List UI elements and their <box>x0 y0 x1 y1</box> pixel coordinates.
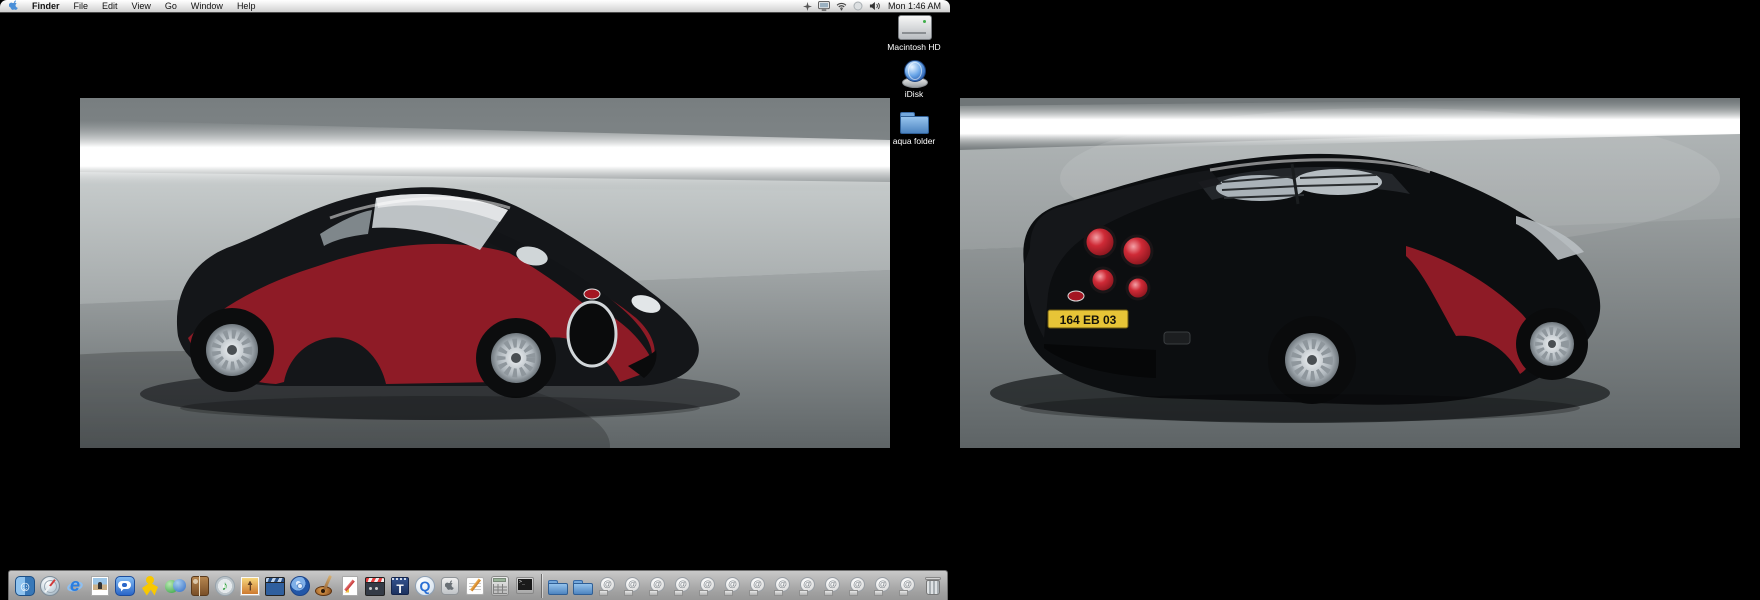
dock-icon-aim[interactable] <box>138 574 162 598</box>
dock-icon-mail-stamp-8[interactable]: @ <box>771 574 795 598</box>
license-plate-text: 164 EB 03 <box>1060 313 1117 327</box>
menu-go[interactable]: Go <box>158 0 184 12</box>
dock-icon-textedit[interactable] <box>463 574 487 598</box>
dock-icon-mail-stamp-1[interactable]: @ <box>596 574 620 598</box>
dock-icon-t-film-app[interactable]: T <box>388 574 412 598</box>
dock-icon-apple-box-app[interactable] <box>438 574 462 598</box>
menu-file[interactable]: File <box>67 0 96 12</box>
menu-finder[interactable]: Finder <box>25 0 67 12</box>
desktop: Finder File Edit View Go Window Help Mon… <box>0 0 1760 600</box>
dock-icon-folder-2[interactable] <box>571 574 595 598</box>
displays-icon[interactable] <box>815 0 833 12</box>
dock-icon-iphoto[interactable] <box>238 574 262 598</box>
desktop-icon-aqua-folder[interactable]: aqua folder <box>882 108 946 146</box>
dock-icon-folder-1[interactable] <box>546 574 570 598</box>
dock-icon-ichat[interactable] <box>113 574 137 598</box>
dock-divider <box>541 573 542 598</box>
desktop-icon-label: Macintosh HD <box>887 42 941 52</box>
hard-drive-icon <box>897 14 932 40</box>
dock-icon-finder[interactable]: ☺ <box>13 574 37 598</box>
dock-icon-mail-stamp-9[interactable]: @ <box>796 574 820 598</box>
dock-icon-mail-stamp-3[interactable]: @ <box>646 574 670 598</box>
dock-icon-mail-stamp-4[interactable]: @ <box>671 574 695 598</box>
desktop-picture-bugatti-rear: 164 EB 03 <box>960 98 1740 448</box>
folder-icon <box>898 108 930 134</box>
bugatti-rear-illustration: 164 EB 03 <box>960 98 1740 448</box>
dock-icon-mail-stamp-7[interactable]: @ <box>746 574 770 598</box>
dock-icon-safari[interactable] <box>38 574 62 598</box>
desktop-picture-bugatti-front <box>80 98 890 448</box>
menu-edit[interactable]: Edit <box>95 0 125 12</box>
dock-icon-mail-stamp-5[interactable]: @ <box>696 574 720 598</box>
dock-icon-garageband[interactable] <box>313 574 337 598</box>
desktop-icon-macintosh-hd[interactable]: Macintosh HD <box>882 14 946 52</box>
menu-window[interactable]: Window <box>184 0 230 12</box>
dock-icon-mail-stamp-13[interactable]: @ <box>896 574 920 598</box>
dock-icon-calculator[interactable] <box>488 574 512 598</box>
idisk-globe-icon <box>899 60 929 88</box>
volume-icon[interactable] <box>866 0 884 12</box>
desktop-icon-label: aqua folder <box>892 136 936 146</box>
menu-bar: Finder File Edit View Go Window Help Mon… <box>0 0 950 13</box>
desktop-icon-label: iDisk <box>904 89 924 99</box>
dock-icon-mail-stamp-12[interactable]: @ <box>871 574 895 598</box>
dock-icon-photo-viewer[interactable] <box>88 574 112 598</box>
dock-icon-appleworks[interactable] <box>338 574 362 598</box>
dock-icon-terminal[interactable]: >_ <box>513 574 537 598</box>
dock-icon-dvd-player[interactable] <box>288 574 312 598</box>
dock-icon-itunes[interactable]: ♪ <box>213 574 237 598</box>
dock-icon-mail-stamp-2[interactable]: @ <box>621 574 645 598</box>
dock-icon-msn-messenger[interactable] <box>163 574 187 598</box>
menu-help[interactable]: Help <box>230 0 263 12</box>
dock-icon-address-book[interactable] <box>188 574 212 598</box>
dock: ☺ e ♪ T Q >_ @ @ @ @ @ @ @ @ @ @ @ @ @ <box>8 570 948 600</box>
dock-icon-imovie[interactable] <box>263 574 287 598</box>
sync-icon[interactable] <box>850 0 866 12</box>
bluetooth-icon[interactable] <box>800 0 815 12</box>
bugatti-front-illustration <box>80 98 890 448</box>
dock-icon-mail-stamp-11[interactable]: @ <box>846 574 870 598</box>
menu-view[interactable]: View <box>125 0 158 12</box>
dock-icon-mail-stamp-10[interactable]: @ <box>821 574 845 598</box>
desktop-icon-idisk[interactable]: iDisk <box>882 60 946 99</box>
menu-bar-clock[interactable]: Mon 1:46 AM <box>884 0 950 12</box>
dock-icon-film-clapper[interactable] <box>363 574 387 598</box>
dock-icon-quicktime[interactable]: Q <box>413 574 437 598</box>
dock-icon-internet-explorer[interactable]: e <box>63 574 87 598</box>
dock-icon-mail-stamp-6[interactable]: @ <box>721 574 745 598</box>
dock-icon-trash[interactable] <box>921 574 945 598</box>
apple-menu-icon[interactable] <box>0 0 25 12</box>
airport-icon[interactable] <box>833 0 850 12</box>
